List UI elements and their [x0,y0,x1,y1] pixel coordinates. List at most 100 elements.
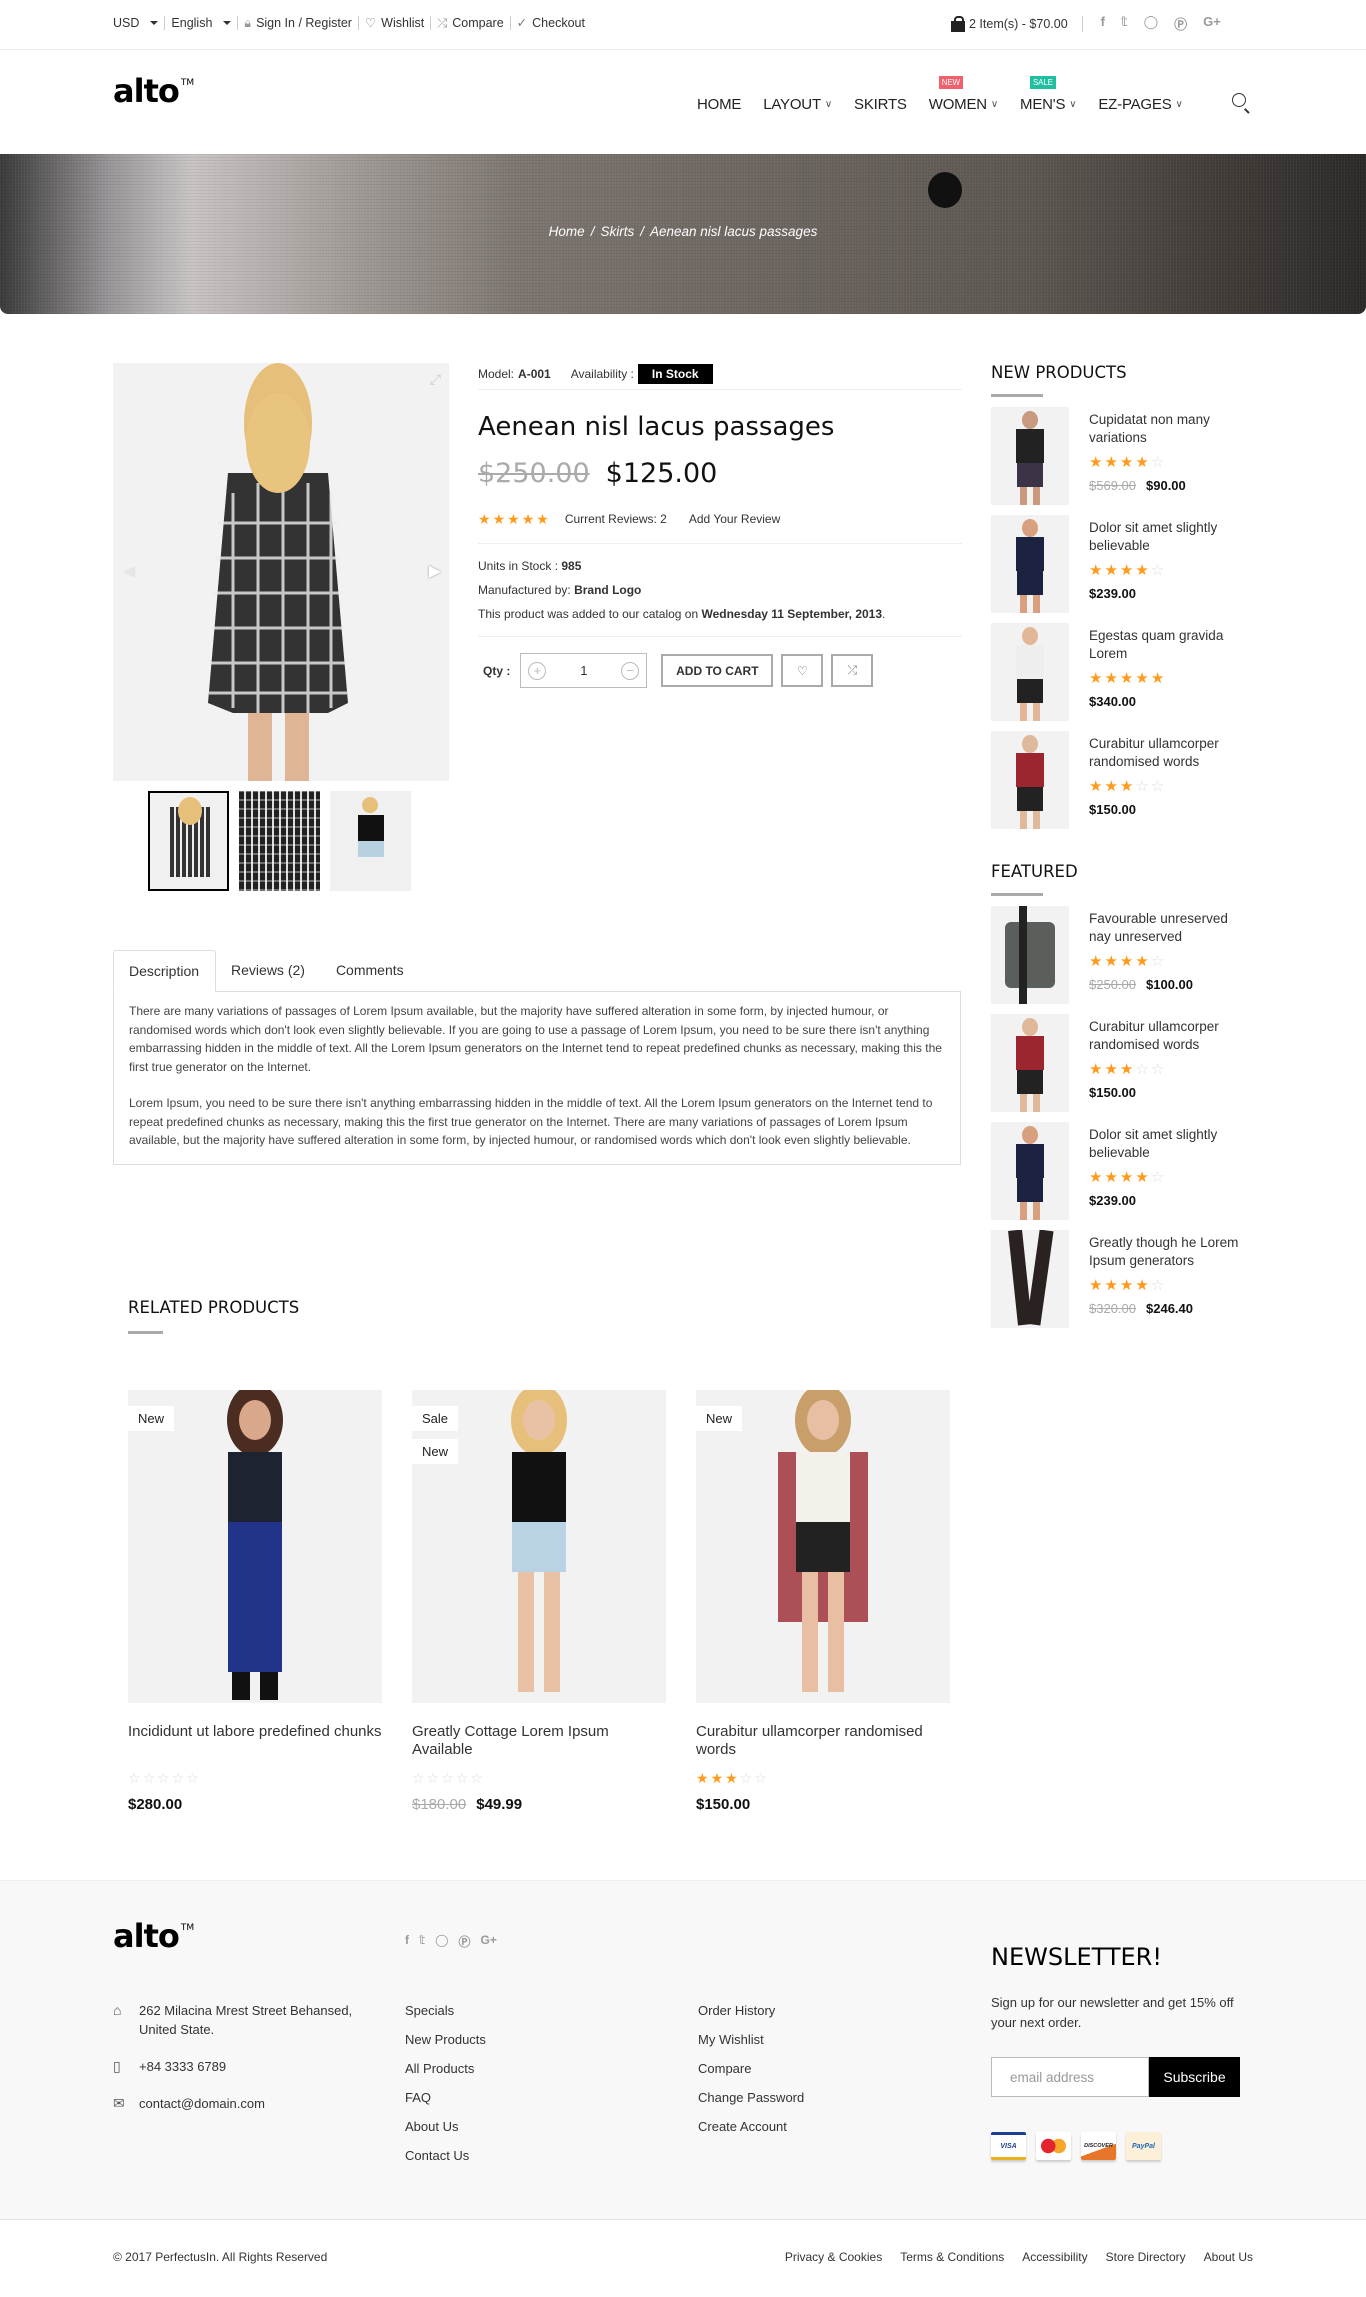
footer-link-specials[interactable]: Specials [405,2001,486,2030]
sidebar-product[interactable]: Egestas quam gravida Lorem ★ ★ ★ ★ ★ $340.00 [991,623,1253,721]
sidebar-product[interactable]: Cupidatat non many variations ★ ★ ★ ★ ☆ $569.0… [991,407,1253,505]
product-name[interactable]: Dolor sit amet slightly believable [1089,1126,1253,1162]
pinterest-icon[interactable]: Ⓟ [1174,14,1187,33]
facebook-icon[interactable]: f [405,1933,409,1950]
product-thumbnail[interactable] [991,906,1069,1004]
search-icon[interactable] [1232,93,1250,113]
product-name[interactable]: Greatly Cottage Lorem Ipsum Available [412,1723,666,1759]
nav-item-ez-pages[interactable]: EZ-PAGES ∨ [1098,96,1182,113]
pinterest-icon[interactable]: Ⓟ [459,1933,471,1950]
tab-reviews[interactable]: Reviews (2) [216,950,321,991]
twitter-icon[interactable]: 𝕥 [419,1933,425,1950]
star-filled-icon: ★ [1119,953,1134,970]
tab-description[interactable]: Description [113,950,217,992]
checkout-link[interactable]: ✓ Checkout [509,16,591,30]
product-name[interactable]: Greatly though he Lorem Ipsum generators [1089,1234,1253,1270]
manufacturer[interactable]: Brand Logo [574,583,641,597]
breadcrumb-skirts[interactable]: Skirts [600,224,634,239]
product-name[interactable]: Cupidatat non many variations [1089,411,1253,447]
product-name[interactable]: Curabitur ullamcorper randomised words [1089,735,1253,771]
nav-item-layout[interactable]: LAYOUT ∨ [763,96,832,113]
product-name[interactable]: Favourable unreserved nay unreserved [1089,910,1253,946]
thumbnail[interactable] [330,791,411,891]
wishlist-button[interactable]: ♡ [781,654,824,687]
quantity-input[interactable]: 1 [580,663,587,678]
sidebar-product[interactable]: Dolor sit amet slightly believable ★ ★ ★ ★ ☆ $… [991,1122,1253,1220]
product-thumbnail[interactable] [991,1122,1069,1220]
footer-link-privacy-cookies[interactable]: Privacy & Cookies [785,2250,882,2264]
footer-link-contact-us[interactable]: Contact Us [405,2146,486,2175]
footer-link-terms-conditions[interactable]: Terms & Conditions [900,2250,1004,2264]
sidebar-product[interactable]: Dolor sit amet slightly believable ★ ★ ★ ★ ☆ $… [991,515,1253,613]
nav-label: EZ-PAGES [1098,96,1172,113]
email-input[interactable] [991,2057,1149,2097]
footer-link-create-account[interactable]: Create Account [698,2117,804,2146]
sidebar-product[interactable]: Greatly though he Lorem Ipsum generators… [991,1230,1253,1328]
sidebar-product[interactable]: Curabitur ullamcorper randomised words ★ ★… [991,731,1253,829]
sidebar-product[interactable]: Favourable unreserved nay unreserved ★ ★ ★ ★… [991,906,1253,1004]
nav-item-men-s[interactable]: MEN'S ∨ SALE [1020,76,1077,113]
add-review-link[interactable]: Add Your Review [689,512,780,526]
footer-link-my-wishlist[interactable]: My Wishlist [698,2030,804,2059]
thumbnail[interactable] [239,791,320,891]
footer-link-accessibility[interactable]: Accessibility [1022,2250,1087,2264]
footer-link-compare[interactable]: Compare [698,2059,804,2088]
sign-in-link[interactable]: 🔒︎ Sign In / Register [237,16,358,30]
subscribe-button[interactable]: Subscribe [1149,2057,1240,2097]
product-name[interactable]: Curabitur ullamcorper randomised words [696,1723,950,1759]
tab-comments[interactable]: Comments [321,950,420,991]
compare-link[interactable]: ⤮ Compare [430,16,509,30]
product-thumbnail[interactable] [991,407,1069,505]
product-card[interactable]: New Curabitur ullamcorper randomised word… [696,1390,950,1813]
sidebar-product[interactable]: Curabitur ullamcorper randomised words ★ ★… [991,1014,1253,1112]
cart-summary[interactable]: 2 Item(s) - $70.00 [950,15,1068,32]
product-image[interactable]: New [696,1390,950,1703]
nav-item-skirts[interactable]: SKIRTS [854,96,907,113]
footer-link-all-products[interactable]: All Products [405,2059,486,2088]
footer-logo[interactable]: alto TM [113,1917,194,1955]
google-plus-icon[interactable]: G+ [481,1933,497,1950]
product-thumbnail[interactable] [991,1230,1069,1328]
product-card[interactable]: Sale New Greatly Cottage Lorem Ipsum Avail… [412,1390,666,1813]
instagram-icon[interactable]: ◯ [435,1933,448,1950]
instagram-icon[interactable]: ◯ [1144,14,1159,33]
footer-link-store-directory[interactable]: Store Directory [1106,2250,1186,2264]
product-name[interactable]: Incididunt ut labore predefined chunks [128,1723,382,1759]
breadcrumb-home[interactable]: Home [549,224,585,239]
plus-icon[interactable]: + [528,661,547,680]
nav-item-home[interactable]: HOME [697,96,741,113]
minus-icon[interactable]: − [621,661,640,680]
product-thumbnail[interactable] [991,515,1069,613]
product-thumbnail[interactable] [991,623,1069,721]
footer-link-about-us[interactable]: About Us [1204,2250,1253,2264]
add-to-cart-button[interactable]: ADD TO CART [661,654,774,687]
footer-link-faq[interactable]: FAQ [405,2088,486,2117]
currency-selector[interactable]: USD [113,16,164,30]
product-thumbnail[interactable] [991,731,1069,829]
facebook-icon[interactable]: f [1101,14,1105,33]
product-thumbnail[interactable] [991,1014,1069,1112]
google-plus-icon[interactable]: G+ [1203,14,1221,33]
product-card[interactable]: New Incididunt ut labore predefined chunk… [128,1390,382,1813]
wishlist-link[interactable]: ♡ Wishlist [357,16,430,30]
site-logo[interactable]: alto TM [113,72,194,110]
product-name[interactable]: Dolor sit amet slightly believable [1089,519,1253,555]
footer-link-new-products[interactable]: New Products [405,2030,486,2059]
product-name[interactable]: Egestas quam gravida Lorem [1089,627,1253,663]
footer-link-change-password[interactable]: Change Password [698,2088,804,2117]
product-image[interactable]: New [128,1390,382,1703]
product-main-image[interactable]: ⤢ ◀ ▶ [113,363,449,781]
product-name[interactable]: Curabitur ullamcorper randomised words [1089,1018,1253,1054]
footer-link-order-history[interactable]: Order History [698,2001,804,2030]
product-image[interactable]: Sale New [412,1390,666,1703]
twitter-icon[interactable]: 𝕥 [1121,14,1128,33]
thumbnail[interactable] [148,791,229,891]
compare-button[interactable]: ⤮ [831,654,874,687]
email[interactable]: contact@domain.com [139,2094,265,2113]
next-arrow-icon[interactable]: ▶ [429,561,441,581]
footer-link-about-us[interactable]: About Us [405,2117,486,2146]
expand-icon[interactable]: ⤢ [430,371,441,388]
nav-item-women[interactable]: WOMEN ∨ NEW [929,76,998,113]
language-selector[interactable]: English [164,16,237,30]
prev-arrow-icon[interactable]: ◀ [123,561,135,581]
